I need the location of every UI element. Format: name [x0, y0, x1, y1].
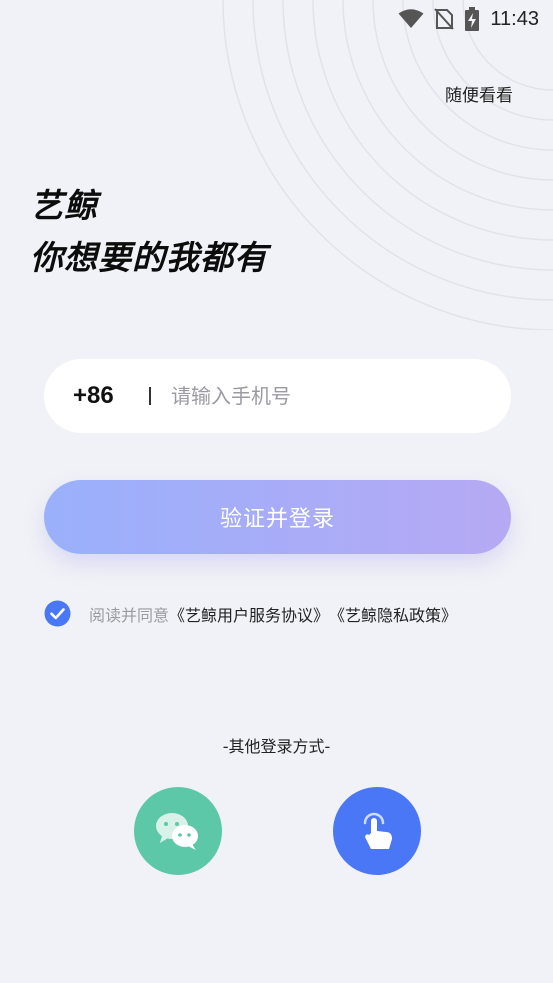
phone-field: +86	[44, 359, 511, 433]
verify-login-button[interactable]: 验证并登录	[44, 480, 511, 554]
status-bar: 11:43	[0, 0, 553, 38]
status-time: 11:43	[490, 7, 539, 30]
phone-input[interactable]	[171, 384, 471, 408]
other-login-title: -其他登录方式-	[222, 737, 331, 756]
country-code[interactable]: +86	[73, 382, 149, 410]
slogan: 艺鲸 你想要的我都有	[30, 180, 268, 284]
agreement-row: 阅读并同意 《艺鲸用户服务协议》 《艺鲸隐私政策》	[44, 600, 457, 627]
one-tap-login-button[interactable]	[333, 787, 421, 875]
skip-browse-link[interactable]: 随便看看	[445, 81, 513, 106]
service-agreement-link[interactable]: 《艺鲸用户服务协议》	[169, 602, 329, 626]
agreement-prefix: 阅读并同意	[89, 605, 170, 625]
wechat-login-button[interactable]	[134, 787, 222, 875]
wechat-icon	[156, 813, 198, 850]
tap-icon	[363, 812, 392, 849]
no-sim-icon	[434, 8, 455, 30]
slogan-line-2: 你想要的我都有	[30, 238, 268, 277]
checkbox-checked-icon[interactable]	[44, 600, 71, 627]
slogan-line-1: 艺鲸	[30, 186, 98, 225]
field-divider	[149, 387, 151, 405]
battery-charging-icon	[465, 7, 480, 31]
privacy-policy-link[interactable]: 《艺鲸隐私政策》	[329, 602, 457, 626]
wifi-icon	[398, 9, 424, 28]
